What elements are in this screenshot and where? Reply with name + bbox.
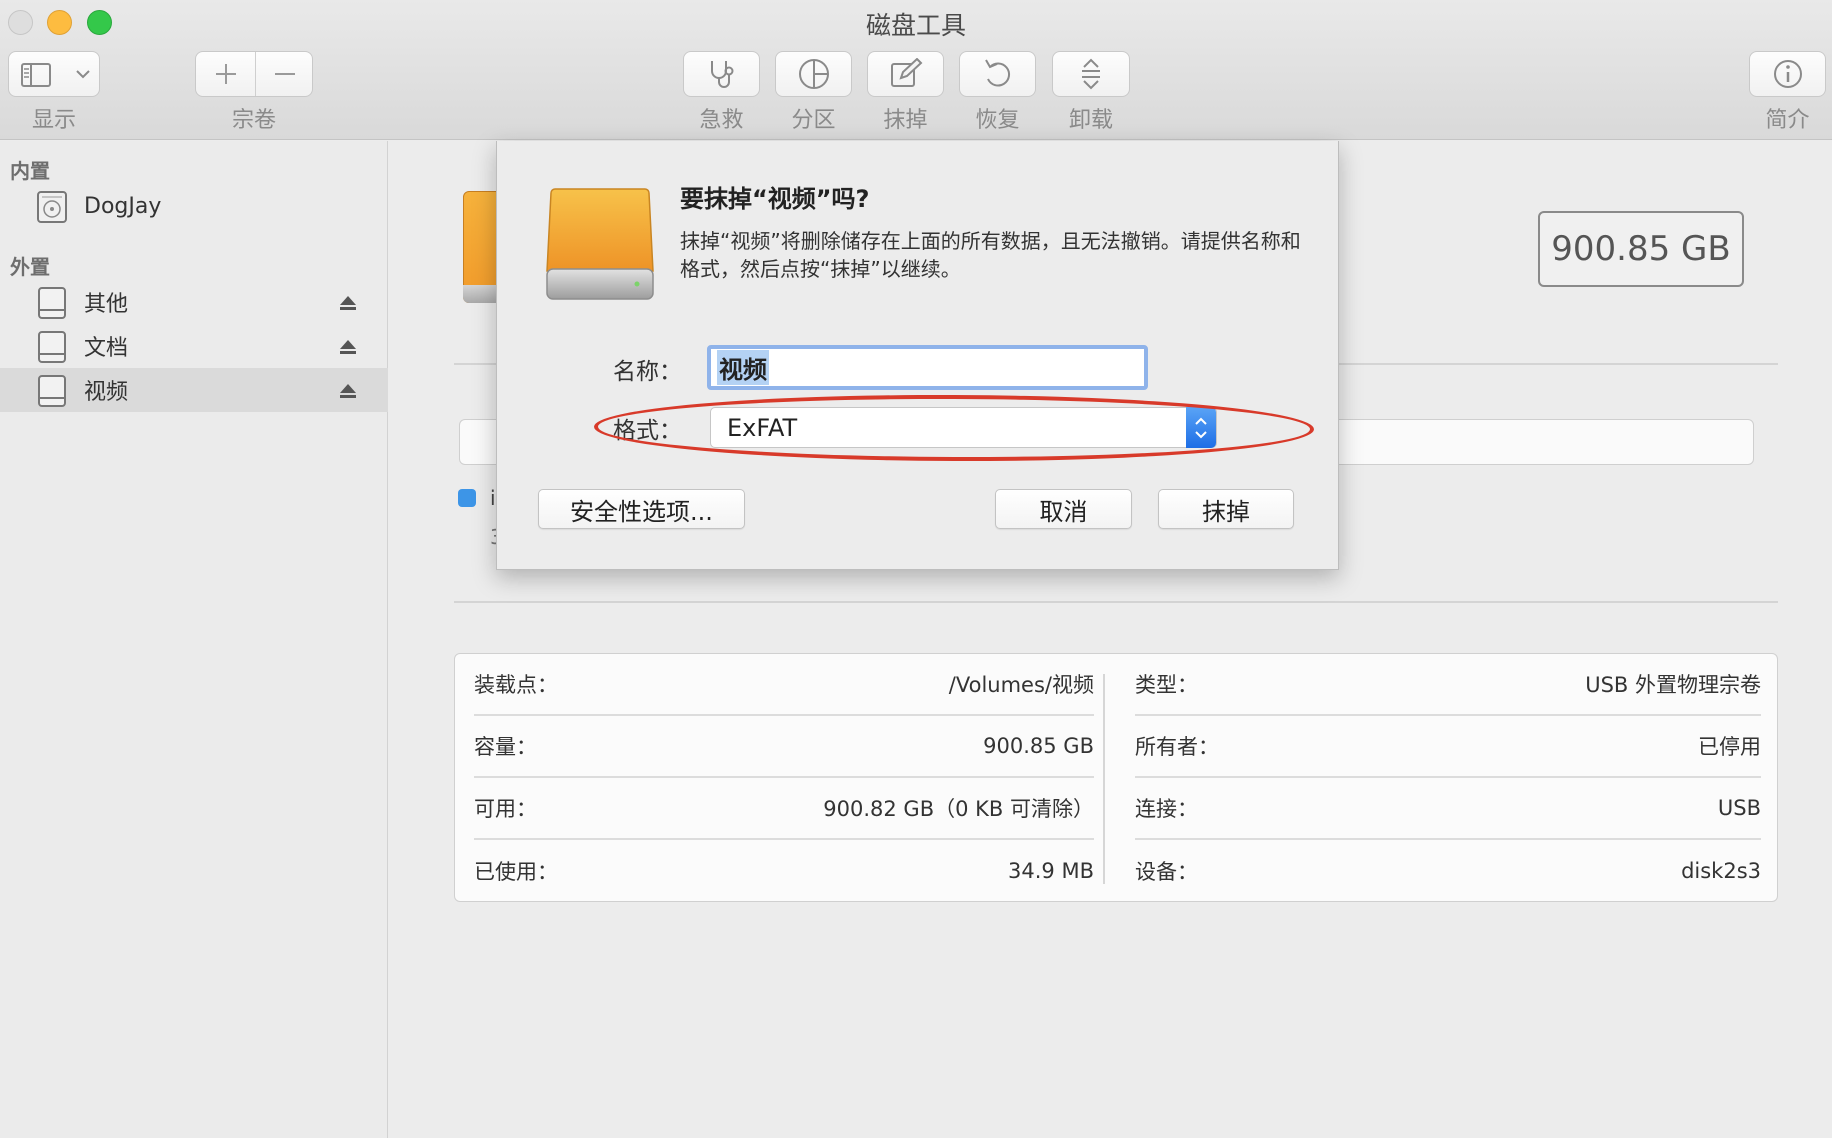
- erase-dialog: 要抹掉“视频”吗? 抹掉“视频”将删除储存在上面的所有数据，且无法撤销。请提供名…: [496, 141, 1339, 570]
- sidebar-item-videos[interactable]: 视频: [0, 368, 388, 412]
- name-input-value: 视频: [717, 350, 769, 385]
- format-label: 格式：: [613, 418, 682, 444]
- info-key: 类型：: [1135, 673, 1198, 697]
- restore-button[interactable]: [959, 51, 1036, 97]
- sidebar-item-label: DogJay: [84, 193, 162, 219]
- volume-label: 宗卷: [231, 108, 276, 133]
- info-row-connection: 连接： USB: [1135, 778, 1761, 840]
- info-value: 34.9 MB: [1008, 859, 1094, 883]
- info-row-mount-point: 装载点： /Volumes/视频: [474, 654, 1094, 716]
- partition-button[interactable]: [775, 51, 852, 97]
- sidebar-item-label: 其他: [84, 292, 129, 317]
- erase-button[interactable]: 抹掉: [1158, 489, 1294, 529]
- info-key: 设备：: [1135, 860, 1198, 884]
- info-key: 容量：: [474, 735, 537, 759]
- info-value: /Volumes/视频: [948, 673, 1094, 697]
- used-legend-label: i: [490, 486, 496, 510]
- sidebar-item-other[interactable]: 其他: [0, 280, 388, 324]
- info-column-divider: [1103, 674, 1105, 884]
- erase-toolbar-label: 抹掉: [883, 108, 928, 133]
- stethoscope-icon: [710, 61, 733, 88]
- sidebar: 内置 DogJay 外置 其他 文档 视频: [0, 141, 388, 1138]
- format-select-value: ExFAT: [727, 413, 798, 442]
- volume-info-table: 装载点： /Volumes/视频 容量： 900.85 GB 可用： 900.8…: [454, 653, 1778, 902]
- info-icon: [1773, 60, 1802, 88]
- info-value: 已停用: [1698, 735, 1761, 759]
- info-key: 连接：: [1135, 797, 1198, 821]
- minus-icon: [275, 73, 295, 75]
- erase-toolbar-button[interactable]: [867, 51, 944, 97]
- unmount-label: 卸载: [1068, 108, 1113, 133]
- info-column-right: 类型： USB 外置物理宗卷 所有者： 已停用 连接： USB 设备： disk…: [1135, 654, 1761, 901]
- partition-label: 分区: [791, 108, 836, 133]
- sidebar-item-label: 视频: [84, 380, 129, 405]
- info-row-type: 类型： USB 外置物理宗卷: [1135, 654, 1761, 716]
- external-drive-icon: [545, 183, 655, 307]
- erase-pencil-icon: [890, 58, 922, 87]
- used-legend-swatch: [458, 489, 476, 507]
- info-column-left: 装载点： /Volumes/视频 容量： 900.85 GB 可用： 900.8…: [474, 654, 1094, 901]
- info-button[interactable]: [1749, 51, 1826, 97]
- internal-section-header: 内置: [10, 159, 50, 183]
- partition-pie-icon: [798, 59, 829, 89]
- restore-arrow-icon: [984, 59, 1010, 87]
- volume-segmented-control: [195, 51, 313, 97]
- capacity-badge: 900.85 GB: [1538, 211, 1744, 287]
- sidebar-item-label: 文档: [84, 336, 129, 361]
- info-key: 所有者：: [1135, 735, 1219, 759]
- sidebar-item-dogjay[interactable]: DogJay: [0, 184, 388, 228]
- info-label: 简介: [1765, 108, 1810, 133]
- first-aid-button[interactable]: [683, 51, 760, 97]
- restore-label: 恢复: [975, 108, 1020, 133]
- external-disk-icon: [36, 286, 68, 324]
- info-row-owners: 所有者： 已停用: [1135, 716, 1761, 778]
- add-volume-button[interactable]: [196, 52, 255, 96]
- info-key: 可用：: [474, 797, 537, 821]
- cancel-button[interactable]: 取消: [995, 489, 1132, 529]
- info-key: 已使用：: [474, 860, 558, 884]
- info-row-available: 可用： 900.82 GB（0 KB 可清除）: [474, 778, 1094, 840]
- chevron-down-icon: [75, 67, 91, 81]
- external-disk-icon: [36, 330, 68, 368]
- display-label: 显示: [31, 108, 76, 133]
- info-value: USB 外置物理宗卷: [1585, 673, 1761, 697]
- remove-volume-button[interactable]: [256, 52, 314, 96]
- select-arrows-icon: [1186, 407, 1216, 448]
- info-row-device: 设备： disk2s3: [1135, 840, 1761, 902]
- window-toolbar: 磁盘工具 显示 宗卷 急救 分区 抹掉 恢复 卸载 简介: [0, 0, 1832, 140]
- first-aid-label: 急救: [699, 108, 744, 133]
- info-value: 900.82 GB（0 KB 可清除）: [823, 797, 1094, 821]
- info-row-capacity: 容量： 900.85 GB: [474, 716, 1094, 778]
- window-title: 磁盘工具: [865, 11, 966, 40]
- info-value: USB: [1717, 796, 1761, 820]
- name-label: 名称：: [613, 359, 682, 385]
- unmount-icon: [1082, 58, 1100, 90]
- unmount-button[interactable]: [1052, 51, 1130, 97]
- info-value: 900.85 GB: [983, 734, 1094, 758]
- format-select[interactable]: ExFAT: [710, 407, 1217, 448]
- display-button[interactable]: [8, 51, 100, 97]
- external-section-header: 外置: [10, 255, 50, 279]
- name-input[interactable]: 视频: [707, 345, 1148, 390]
- sidebar-item-documents[interactable]: 文档: [0, 324, 388, 368]
- sidebar-toggle-icon: [21, 63, 51, 87]
- internal-disk-icon: [36, 190, 68, 228]
- eject-icon[interactable]: [339, 338, 357, 360]
- dialog-message: 抹掉“视频”将删除储存在上面的所有数据，且无法撤销。请提供名称和格式，然后点按“…: [680, 229, 1301, 281]
- security-options-button[interactable]: 安全性选项...: [538, 489, 745, 529]
- eject-icon[interactable]: [339, 382, 357, 404]
- divider: [454, 601, 1778, 603]
- info-row-used: 已使用： 34.9 MB: [474, 840, 1094, 902]
- info-key: 装载点：: [474, 673, 558, 697]
- eject-icon[interactable]: [339, 294, 357, 316]
- dialog-title: 要抹掉“视频”吗?: [680, 185, 870, 213]
- plus-icon: [215, 64, 236, 84]
- info-value: disk2s3: [1681, 859, 1761, 883]
- external-disk-icon: [36, 374, 68, 412]
